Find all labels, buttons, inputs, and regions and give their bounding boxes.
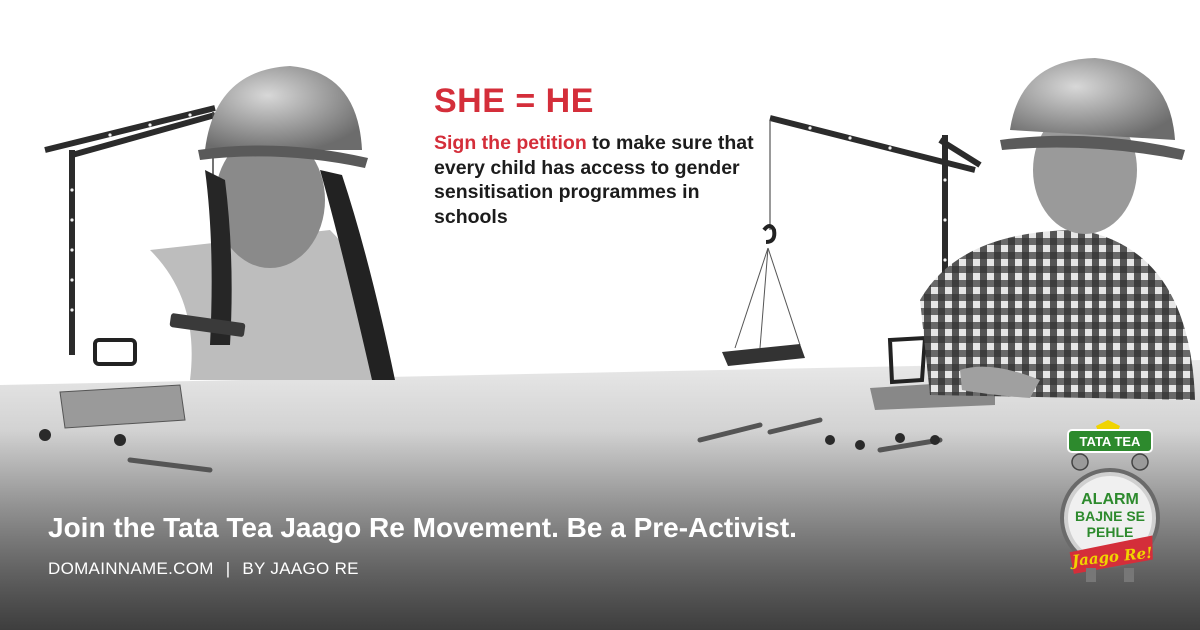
logo-line-3: PEHLE	[1087, 524, 1134, 540]
logo-line-2: BAJNE SE	[1075, 508, 1145, 524]
byline: BY JAAGO RE	[242, 559, 359, 578]
footer-meta: DOMAINNAME.COM | BY JAAGO RE	[48, 559, 359, 579]
brand-name: TATA TEA	[1080, 434, 1142, 449]
tata-tea-jaago-re-logo: TATA TEA ALARM BAJNE SE PEHLE Jaago Re!	[1060, 420, 1160, 582]
footer-separator: |	[225, 559, 231, 578]
campaign-body-copy: Sign the petition to make sure that ever…	[434, 131, 774, 229]
domain-link[interactable]: DOMAINNAME.COM	[48, 559, 214, 578]
footer-tagline: Join the Tata Tea Jaago Re Movement. Be …	[48, 512, 797, 543]
campaign-headline: SHE = HE	[434, 82, 594, 120]
sign-petition-link[interactable]: Sign the petition	[434, 132, 587, 154]
play-video-button[interactable]	[553, 266, 645, 358]
logo-line-1: ALARM	[1081, 491, 1139, 508]
play-icon	[554, 267, 644, 357]
